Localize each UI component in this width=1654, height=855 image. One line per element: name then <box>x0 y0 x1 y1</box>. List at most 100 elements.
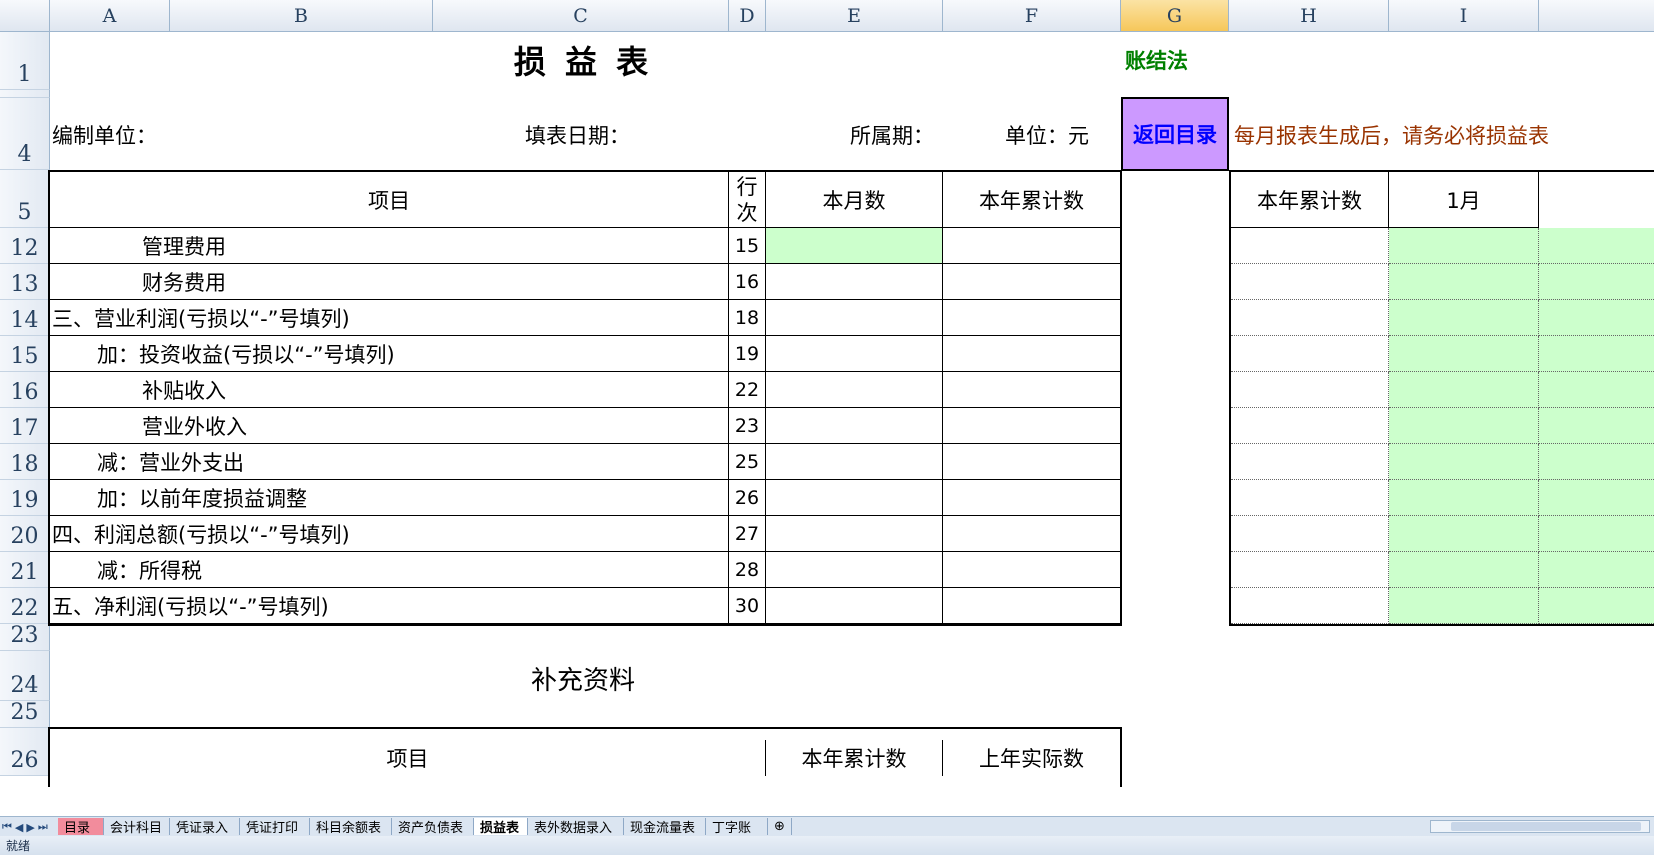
right-jan-cell[interactable] <box>1389 264 1539 300</box>
year-value-cell[interactable] <box>943 516 1120 552</box>
right-jan-cell[interactable] <box>1389 480 1539 516</box>
line-number[interactable]: 27 <box>729 516 766 552</box>
sheet-tab[interactable]: 科目余额表 <box>310 818 392 836</box>
row-header[interactable]: 25 <box>0 700 50 728</box>
month-value-cell[interactable] <box>766 444 943 480</box>
right-next-cell[interactable] <box>1539 516 1654 552</box>
right-next-cell[interactable] <box>1539 264 1654 300</box>
row-header[interactable]: 18 <box>0 444 50 480</box>
month-value-cell[interactable] <box>766 264 943 300</box>
column-header-e[interactable]: E <box>766 0 943 32</box>
item-label[interactable]: 三、营业利润(亏损以“-”号填列) <box>50 300 729 336</box>
last-sheet-icon[interactable]: ⏭ <box>38 820 48 834</box>
right-jan-cell[interactable] <box>1389 516 1539 552</box>
month-value-cell[interactable] <box>766 228 943 264</box>
column-header-g[interactable]: G <box>1121 0 1229 32</box>
sheet-tab[interactable]: 目录 <box>58 818 104 836</box>
sheet-tab[interactable]: 丁字账 <box>706 818 768 836</box>
right-next-cell[interactable] <box>1539 408 1654 444</box>
year-value-cell[interactable] <box>943 444 1120 480</box>
insert-sheet-icon[interactable]: ⊕ <box>768 818 792 835</box>
row-header[interactable]: 21 <box>0 552 50 588</box>
sheet-tab[interactable]: 资产负债表 <box>392 818 474 836</box>
line-number[interactable]: 15 <box>729 228 766 264</box>
item-label[interactable]: 营业外收入 <box>50 408 729 444</box>
line-number[interactable]: 30 <box>729 588 766 624</box>
column-header-b[interactable]: B <box>170 0 433 32</box>
row-header-hidden[interactable] <box>0 90 50 98</box>
line-number[interactable]: 18 <box>729 300 766 336</box>
right-year-cell[interactable] <box>1231 336 1389 372</box>
right-jan-cell[interactable] <box>1389 336 1539 372</box>
row-header[interactable]: 4 <box>0 98 50 170</box>
item-label[interactable]: 财务费用 <box>50 264 729 300</box>
right-year-cell[interactable] <box>1231 228 1389 264</box>
right-year-cell[interactable] <box>1231 552 1389 588</box>
right-next-cell[interactable] <box>1539 228 1654 264</box>
column-header-c[interactable]: C <box>433 0 729 32</box>
right-jan-cell[interactable] <box>1389 408 1539 444</box>
row-header[interactable]: 13 <box>0 264 50 300</box>
item-label[interactable]: 五、净利润(亏损以“-”号填列) <box>50 588 729 624</box>
column-header-f[interactable]: F <box>943 0 1121 32</box>
row-header[interactable]: 20 <box>0 516 50 552</box>
month-value-cell[interactable] <box>766 336 943 372</box>
row-header[interactable]: 1 <box>0 32 50 90</box>
first-sheet-icon[interactable]: ⏮ <box>2 820 12 834</box>
right-next-cell[interactable] <box>1539 336 1654 372</box>
tab-scroll-buttons[interactable]: ⏮ ◀ ▶ ⏭ <box>2 819 54 835</box>
right-next-cell[interactable] <box>1539 300 1654 336</box>
right-next-cell[interactable] <box>1539 480 1654 516</box>
column-header-h[interactable]: H <box>1229 0 1389 32</box>
year-value-cell[interactable] <box>943 336 1120 372</box>
row-header[interactable]: 17 <box>0 408 50 444</box>
item-label[interactable]: 补贴收入 <box>50 372 729 408</box>
column-header-j[interactable] <box>1539 0 1654 32</box>
right-jan-cell[interactable] <box>1389 228 1539 264</box>
row-header[interactable]: 15 <box>0 336 50 372</box>
line-number[interactable]: 26 <box>729 480 766 516</box>
right-jan-cell[interactable] <box>1389 372 1539 408</box>
right-jan-cell[interactable] <box>1389 300 1539 336</box>
back-to-index-button[interactable]: 返回目录 <box>1121 97 1229 171</box>
line-number[interactable]: 25 <box>729 444 766 480</box>
right-jan-cell[interactable] <box>1389 552 1539 588</box>
line-number[interactable]: 23 <box>729 408 766 444</box>
year-value-cell[interactable] <box>943 300 1120 336</box>
month-value-cell[interactable] <box>766 372 943 408</box>
sheet-tab[interactable]: 会计科目 <box>104 818 170 836</box>
right-jan-cell[interactable] <box>1389 444 1539 480</box>
row-header[interactable]: 16 <box>0 372 50 408</box>
column-header-i[interactable]: I <box>1389 0 1539 32</box>
column-header-a[interactable]: A <box>50 0 170 32</box>
year-value-cell[interactable] <box>943 552 1120 588</box>
line-number[interactable]: 28 <box>729 552 766 588</box>
line-number[interactable]: 22 <box>729 372 766 408</box>
column-header-d[interactable]: D <box>729 0 766 32</box>
row-header[interactable]: 19 <box>0 480 50 516</box>
sheet-tab[interactable]: 现金流量表 <box>624 818 706 836</box>
prev-sheet-icon[interactable]: ◀ <box>15 821 23 834</box>
line-number[interactable]: 19 <box>729 336 766 372</box>
scrollbar-thumb[interactable] <box>1451 822 1641 831</box>
month-value-cell[interactable] <box>766 408 943 444</box>
right-year-cell[interactable] <box>1231 408 1389 444</box>
month-value-cell[interactable] <box>766 516 943 552</box>
item-label[interactable]: 加：投资收益(亏损以“-”号填列) <box>50 336 729 372</box>
sheet-tab[interactable]: 凭证打印 <box>240 818 310 836</box>
item-label[interactable]: 加：以前年度损益调整 <box>50 480 729 516</box>
month-value-cell[interactable] <box>766 300 943 336</box>
item-label[interactable]: 减：营业外支出 <box>50 444 729 480</box>
month-value-cell[interactable] <box>766 552 943 588</box>
row-header[interactable]: 14 <box>0 300 50 336</box>
right-year-cell[interactable] <box>1231 264 1389 300</box>
row-header[interactable]: 26 <box>0 728 50 776</box>
line-number[interactable]: 16 <box>729 264 766 300</box>
row-header[interactable]: 24 <box>0 651 50 701</box>
row-header[interactable]: 22 <box>0 588 50 624</box>
year-value-cell[interactable] <box>943 264 1120 300</box>
row-header[interactable]: 23 <box>0 623 50 651</box>
year-value-cell[interactable] <box>943 588 1120 624</box>
select-all-corner[interactable] <box>0 0 50 32</box>
year-value-cell[interactable] <box>943 372 1120 408</box>
